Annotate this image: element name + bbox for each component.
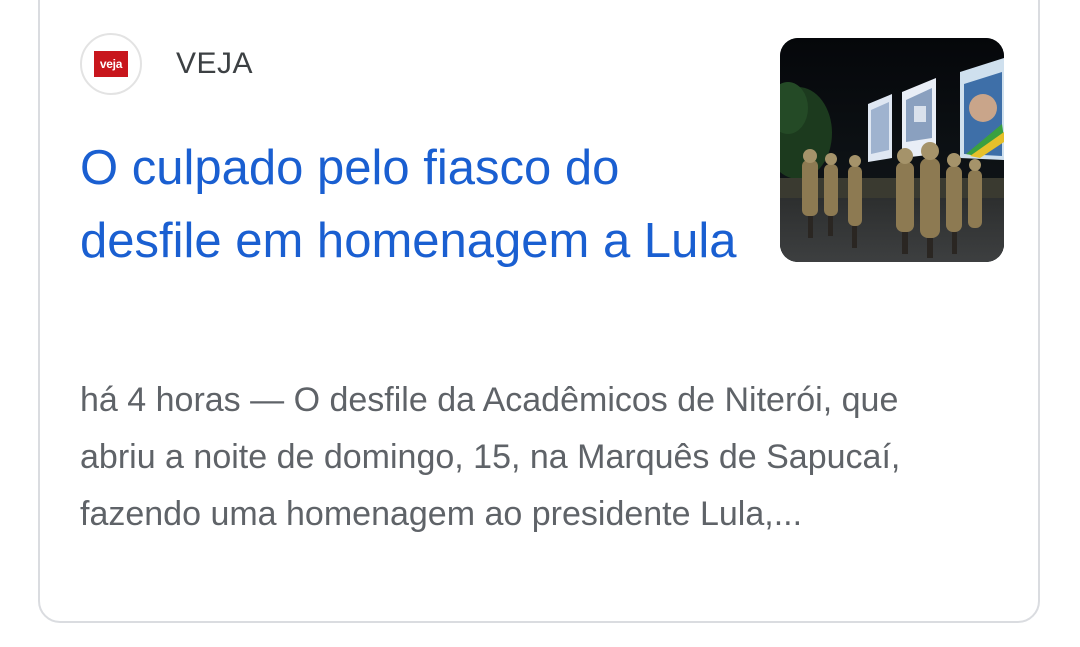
news-photo-thumbnail-icon xyxy=(780,38,1004,262)
news-thumbnail[interactable] xyxy=(780,38,1004,262)
result-snippet: há 4 horas — O desfile da Acadêmicos de … xyxy=(80,372,980,543)
source-name: VEJA xyxy=(176,47,254,80)
news-result-card[interactable]: veja VEJA O culpado pelo fiasco do desfi… xyxy=(38,0,1040,623)
snippet-separator: — xyxy=(250,381,285,419)
source-favicon-icon: veja xyxy=(80,33,142,95)
news-source[interactable]: veja VEJA xyxy=(80,32,253,96)
snippet-time: há 4 horas xyxy=(80,381,241,419)
headline-link[interactable]: O culpado pelo fiasco do desfile em home… xyxy=(80,132,740,278)
source-favicon-label: veja xyxy=(94,51,128,77)
